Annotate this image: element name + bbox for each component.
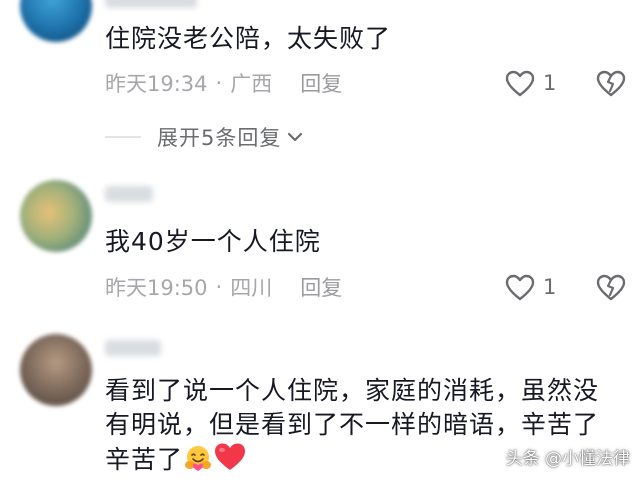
reply-button[interactable]: 回复 — [300, 272, 342, 302]
dislike-button[interactable] — [596, 272, 626, 302]
heart-outline-icon — [505, 274, 535, 300]
chevron-down-icon — [287, 131, 303, 143]
comment-time: 昨天19:34 — [105, 72, 208, 96]
username[interactable] — [105, 0, 197, 8]
like-count: 1 — [543, 275, 557, 299]
divider-line — [105, 136, 141, 138]
avatar[interactable] — [20, 180, 92, 252]
comment-meta: 昨天19:34 · 广西 回复 — [105, 68, 342, 98]
like-button[interactable]: 1 — [505, 68, 556, 98]
username[interactable] — [105, 186, 153, 202]
avatar[interactable] — [20, 0, 92, 42]
broken-heart-icon — [596, 274, 626, 300]
meta-separator: · — [215, 71, 223, 95]
hugging-face-emoji-icon — [183, 444, 213, 481]
comment-text: 住院没老公陪，太失败了 — [105, 24, 392, 53]
reply-button[interactable]: 回复 — [300, 68, 342, 98]
dislike-button[interactable] — [596, 68, 626, 98]
like-button[interactable]: 1 — [505, 272, 556, 302]
broken-heart-icon — [596, 70, 626, 96]
expand-replies-label: 展开5条回复 — [157, 126, 282, 150]
comment-meta: 昨天19:50 · 四川 回复 — [105, 272, 342, 302]
avatar[interactable] — [20, 334, 92, 406]
watermark: 头条 @小懂法律 — [505, 449, 630, 469]
comment-time: 昨天19:50 — [105, 276, 208, 300]
comment-location: 广西 — [230, 72, 273, 96]
red-heart-emoji-icon — [213, 442, 247, 481]
comment-text: 我40岁一个人住院 — [105, 227, 321, 256]
meta-separator: · — [215, 275, 223, 299]
heart-outline-icon — [505, 70, 535, 96]
username[interactable] — [105, 340, 161, 356]
expand-replies-button[interactable]: 展开5条回复 — [105, 120, 303, 154]
comment-location: 四川 — [230, 276, 273, 300]
like-count: 1 — [543, 71, 557, 95]
